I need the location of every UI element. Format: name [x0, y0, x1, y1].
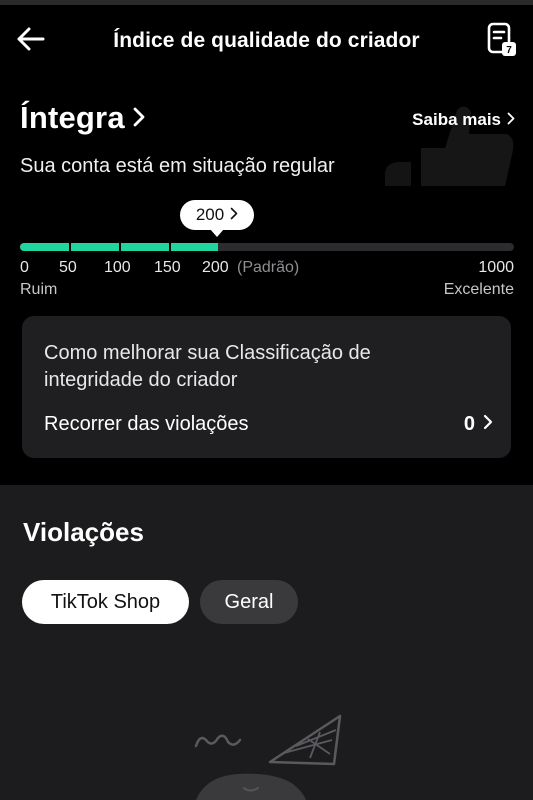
improve-card: Como melhorar sua Classificação de integ… — [22, 316, 511, 458]
header: Índice de qualidade do criador 7 — [0, 5, 533, 75]
scale-high-label: Excelente — [443, 281, 514, 298]
status-subtitle: Sua conta está em situação regular — [20, 155, 335, 177]
scale-low-label: Ruim — [20, 281, 58, 298]
report-document-icon: 7 — [485, 22, 519, 63]
improve-card-text[interactable]: Como melhorar sua Classificação de integ… — [44, 340, 464, 394]
chevron-right-icon — [483, 414, 493, 435]
score-value: 200 — [195, 205, 225, 224]
tick-label: 0 — [20, 259, 29, 276]
segment-divider — [69, 243, 71, 251]
status-link[interactable]: Íntegra — [20, 100, 145, 136]
report-badge: 7 — [506, 45, 512, 56]
chevron-right-icon — [501, 110, 515, 130]
report-button[interactable]: 7 — [485, 21, 519, 59]
status-title: Íntegra — [20, 100, 125, 135]
page-title: Índice de qualidade do criador — [113, 29, 420, 52]
tick-label-max: 1000 — [478, 259, 514, 276]
score-tooltip[interactable]: 200 — [180, 200, 254, 230]
tab-general[interactable]: Geral — [200, 580, 298, 624]
learn-more-label: Saiba mais — [412, 110, 501, 129]
segment-divider — [169, 243, 171, 251]
chevron-right-icon — [224, 205, 238, 225]
violations-section: Violações TikTok Shop Geral — [0, 485, 533, 800]
appeal-violations-row[interactable]: Recorrer das violações 0 — [44, 411, 493, 437]
violations-title: Violações — [23, 517, 144, 547]
tab-tiktok-shop[interactable]: TikTok Shop — [22, 580, 189, 624]
chevron-right-icon — [133, 107, 145, 132]
empty-state-illustration — [186, 710, 356, 800]
learn-more-link[interactable]: Saiba mais — [412, 110, 515, 130]
score-tooltip-pointer — [210, 229, 224, 237]
tick-label: 150 — [154, 259, 181, 276]
score-progress-bar — [20, 243, 514, 251]
appeal-violations-label: Recorrer das violações — [44, 412, 249, 435]
segment-divider — [119, 243, 121, 251]
tick-label: 100 — [104, 259, 131, 276]
tick-label: 50 — [59, 259, 77, 276]
appeal-count: 0 — [463, 412, 475, 435]
standard-note: (Padrão) — [237, 259, 300, 276]
tick-label: 200 — [202, 259, 229, 276]
